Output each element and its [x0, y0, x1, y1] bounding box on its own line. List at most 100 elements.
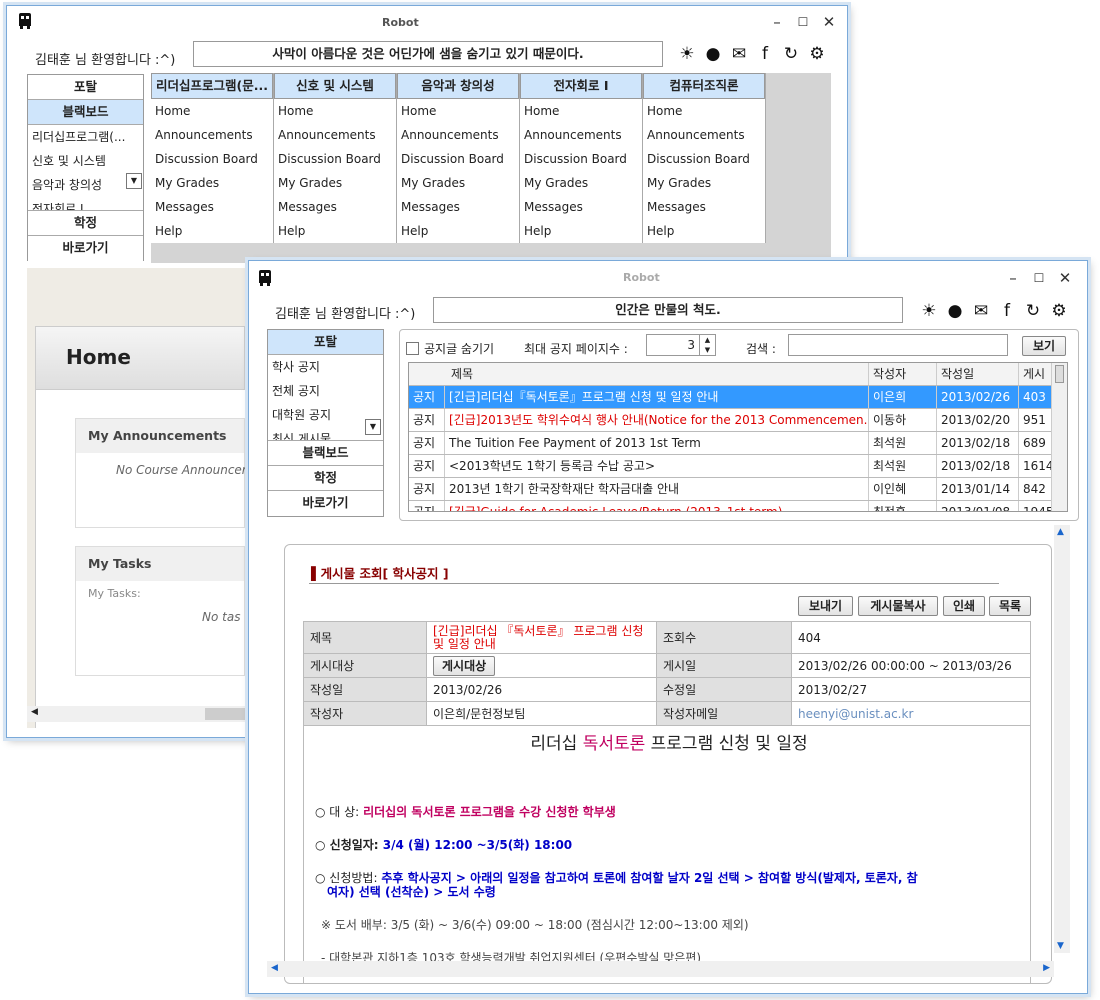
menu-home[interactable]: Home	[643, 99, 765, 123]
col-date-header[interactable]: 작성일	[937, 363, 1019, 385]
course-grid: 리더십프로그램(문... Home Announcements Discussi…	[151, 73, 831, 263]
menu-announcements[interactable]: Announcements	[274, 123, 396, 147]
menu-messages[interactable]: Messages	[151, 195, 273, 219]
author-email[interactable]: heenyi@unist.ac.kr	[791, 701, 1031, 726]
horizontal-scrollbar[interactable]: ◀	[27, 706, 251, 722]
copy-button[interactable]: 게시물복사	[858, 596, 938, 616]
stepper-arrows-icon[interactable]: ▲ ▼	[699, 335, 715, 355]
menu-grades[interactable]: My Grades	[274, 171, 396, 195]
sidebar-blackboard[interactable]: 블랙보드	[268, 441, 383, 466]
gear-icon[interactable]: ⚙	[807, 44, 827, 64]
table-row[interactable]: 공지 [긴급]리더십『독서토론』프로그램 신청 및 일정 안내 이은희 2013…	[409, 386, 1059, 409]
mail-icon[interactable]: ✉	[729, 44, 749, 64]
sidebar-shortcut[interactable]: 바로가기	[268, 491, 383, 516]
menu-help[interactable]: Help	[643, 219, 765, 243]
course-header[interactable]: 리더십프로그램(문...	[151, 73, 273, 99]
close-button[interactable]: ✕	[1054, 268, 1076, 288]
menu-discussion[interactable]: Discussion Board	[274, 147, 396, 171]
sidebar-hakjeong[interactable]: 학정	[28, 211, 143, 236]
table-row[interactable]: 공지 [긴급]Guide for Academic Leave/Return (…	[409, 501, 1059, 511]
sun-icon[interactable]: ☀	[919, 301, 939, 321]
chat-icon[interactable]: ●	[945, 301, 965, 321]
refresh-icon[interactable]: ↻	[1023, 301, 1043, 321]
mail-icon[interactable]: ✉	[971, 301, 991, 321]
refresh-icon[interactable]: ↻	[781, 44, 801, 64]
table-scrollbar[interactable]	[1051, 363, 1067, 511]
sidebar-item[interactable]: 전체 공지	[268, 379, 383, 403]
menu-home[interactable]: Home	[397, 99, 519, 123]
send-button[interactable]: 보내기	[798, 596, 853, 616]
menu-announcements[interactable]: Announcements	[520, 123, 642, 147]
menu-discussion[interactable]: Discussion Board	[520, 147, 642, 171]
search-input[interactable]	[788, 334, 1008, 356]
sidebar-shortcut[interactable]: 바로가기	[28, 236, 143, 261]
course-header[interactable]: 음악과 창의성	[397, 73, 519, 99]
maximize-button[interactable]: ☐	[792, 12, 814, 32]
menu-help[interactable]: Help	[397, 219, 519, 243]
menu-messages[interactable]: Messages	[397, 195, 519, 219]
line-label: ○ 대 상:	[315, 805, 360, 819]
col-author-header[interactable]: 작성자	[869, 363, 937, 385]
table-row[interactable]: 공지 2013년 1학기 한국장학재단 학자금대출 안내 이인혜 2013/01…	[409, 478, 1059, 501]
table-row[interactable]: 공지 [긴급]2013년도 학위수여식 행사 안내(Notice for the…	[409, 409, 1059, 432]
greeting: 김태훈 님 환영합니다 :^)	[275, 307, 416, 322]
print-button[interactable]: 인쇄	[943, 596, 985, 616]
menu-discussion[interactable]: Discussion Board	[397, 147, 519, 171]
menu-home[interactable]: Home	[274, 99, 396, 123]
menu-announcements[interactable]: Announcements	[151, 123, 273, 147]
sidebar-item[interactable]: 학사 공지	[268, 355, 383, 379]
facebook-icon[interactable]: f	[997, 301, 1017, 321]
menu-help[interactable]: Help	[274, 219, 396, 243]
row-title: [긴급]2013년도 학위수여식 행사 안내(Notice for the 20…	[445, 409, 869, 431]
menu-discussion[interactable]: Discussion Board	[151, 147, 273, 171]
minimize-button[interactable]: –	[766, 12, 788, 32]
sidebar-hakjeong[interactable]: 학정	[268, 466, 383, 491]
target-button[interactable]: 게시대상	[433, 655, 496, 676]
menu-messages[interactable]: Messages	[520, 195, 642, 219]
minimize-button[interactable]: –	[1002, 268, 1024, 288]
vertical-scrollbar[interactable]: ▲ ▼	[1054, 525, 1070, 953]
view-button[interactable]: 보기	[1022, 336, 1066, 356]
sidebar-item[interactable]: 리더십프로그램(...	[28, 125, 143, 149]
sidebar-item[interactable]: 전자회로 I	[28, 197, 143, 210]
menu-home[interactable]: Home	[520, 99, 642, 123]
sidebar-portal[interactable]: 포탈	[268, 330, 383, 355]
sidebar-blackboard[interactable]: 블랙보드	[28, 100, 143, 125]
close-button[interactable]: ✕	[818, 12, 840, 32]
label-written: 작성일	[303, 677, 427, 702]
sidebar-portal[interactable]: 포탈	[28, 75, 143, 100]
menu-grades[interactable]: My Grades	[520, 171, 642, 195]
hide-notices-checkbox[interactable]	[406, 342, 419, 355]
horizontal-scrollbar[interactable]: ◀ ▶	[267, 961, 1054, 977]
menu-announcements[interactable]: Announcements	[397, 123, 519, 147]
dropdown-arrow-icon[interactable]: ▼	[365, 419, 381, 435]
menu-help[interactable]: Help	[520, 219, 642, 243]
row-date: 2013/02/18	[937, 432, 1019, 454]
menu-announcements[interactable]: Announcements	[643, 123, 765, 147]
line-label: ○ 신청일자:	[315, 838, 379, 852]
menu-grades[interactable]: My Grades	[397, 171, 519, 195]
table-row[interactable]: 공지 The Tuition Fee Payment of 2013 1st T…	[409, 432, 1059, 455]
max-pages-stepper[interactable]: 3 ▲ ▼	[646, 334, 716, 356]
table-row[interactable]: 공지 <2013학년도 1학기 등록금 수납 공고> 최석원 2013/02/1…	[409, 455, 1059, 478]
menu-grades[interactable]: My Grades	[151, 171, 273, 195]
menu-home[interactable]: Home	[151, 99, 273, 123]
dropdown-arrow-icon[interactable]: ▼	[126, 173, 142, 189]
sidebar-item[interactable]: 신호 및 시스템	[28, 149, 143, 173]
list-button[interactable]: 목록	[989, 596, 1031, 616]
chat-icon[interactable]: ●	[703, 44, 723, 64]
menu-messages[interactable]: Messages	[274, 195, 396, 219]
course-header[interactable]: 신호 및 시스템	[274, 73, 396, 99]
col-title-header[interactable]: 제목	[445, 363, 869, 385]
menu-discussion[interactable]: Discussion Board	[643, 147, 765, 171]
menu-messages[interactable]: Messages	[643, 195, 765, 219]
facebook-icon[interactable]: f	[755, 44, 775, 64]
course-header[interactable]: 전자회로 I	[520, 73, 642, 99]
gear-icon[interactable]: ⚙	[1049, 301, 1069, 321]
maximize-button[interactable]: ☐	[1028, 268, 1050, 288]
announcements-module: My Announcements No Course Announcem	[75, 418, 245, 528]
course-header[interactable]: 컴퓨터조직론	[643, 73, 765, 99]
menu-help[interactable]: Help	[151, 219, 273, 243]
sun-icon[interactable]: ☀	[677, 44, 697, 64]
menu-grades[interactable]: My Grades	[643, 171, 765, 195]
